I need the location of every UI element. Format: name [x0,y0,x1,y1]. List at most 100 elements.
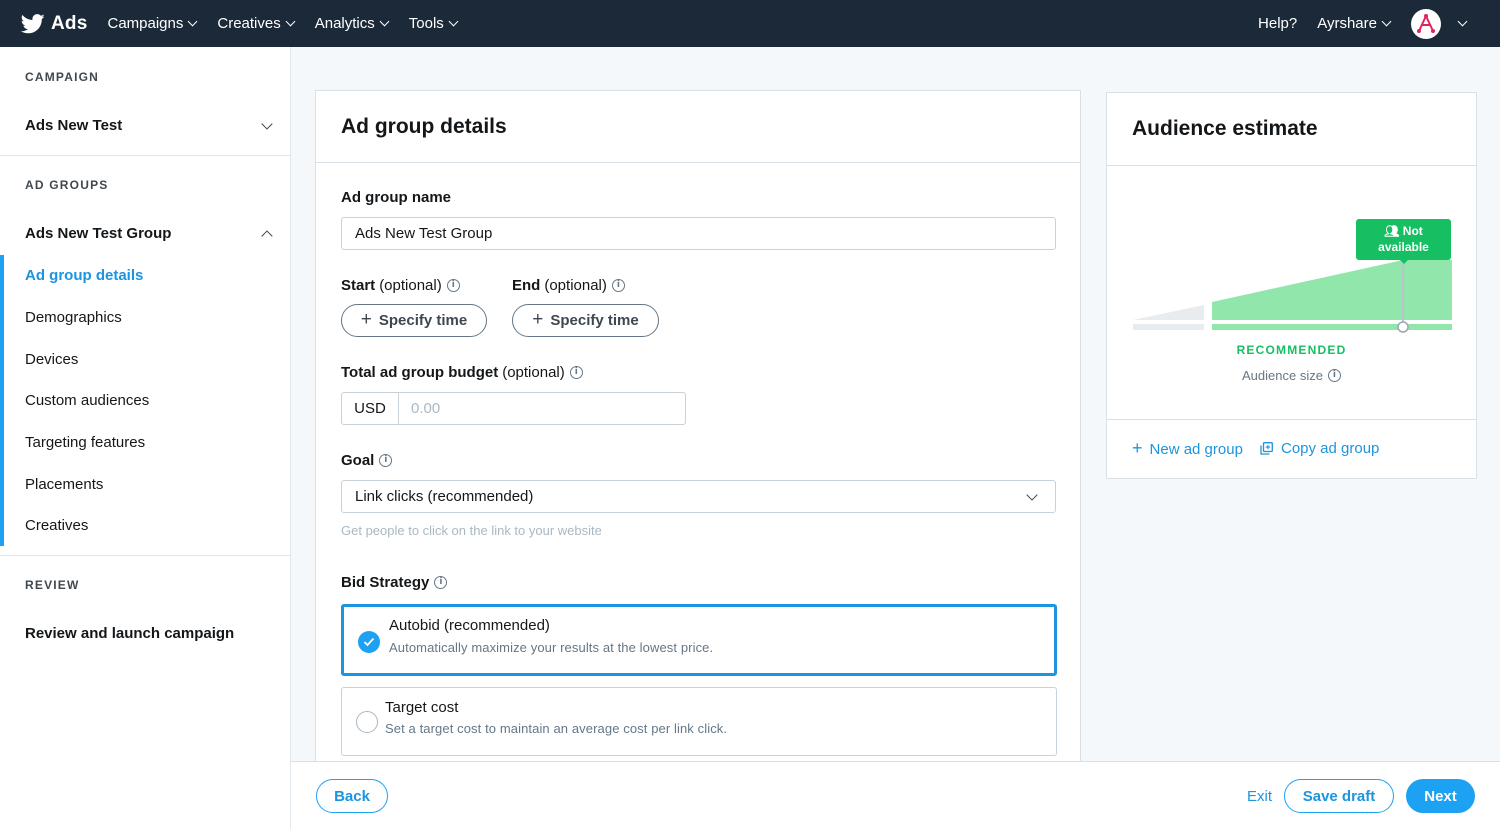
info-icon[interactable]: i [611,279,625,292]
audience-size-label: Audience size i [1107,368,1476,383]
bid-option-desc: Set a target cost to maintain an average… [385,721,728,736]
nav-creatives[interactable]: Creatives [217,15,296,32]
optional-text: (optional) [502,364,565,381]
budget-label-text: Total ad group budget [341,364,499,381]
sidebar-item-demographics[interactable]: Demographics [25,309,122,326]
help-link[interactable]: Help? [1258,15,1297,32]
ayrshare-logo-icon [1417,13,1435,33]
budget-amount-input[interactable]: 0.00 [399,393,440,424]
sidebar-item-placements[interactable]: Placements [25,476,103,493]
chevron-down-icon [379,16,390,27]
bid-option-target-cost[interactable]: Target cost Set a target cost to maintai… [341,687,1057,756]
review-launch-label: Review and launch campaign [25,625,235,642]
review-section-label: REVIEW [25,578,80,592]
goal-label-text: Goal [341,452,375,469]
copy-icon [1260,442,1273,455]
chevron-up-icon [261,229,273,242]
bottom-action-bar: Back Exit Save draft Next [291,761,1500,829]
exit-link[interactable]: Exit [1247,788,1272,805]
sidebar-item-creatives[interactable]: Creatives [25,517,88,534]
divider [0,155,290,156]
people-icon: 👥︎ [1384,224,1400,238]
optional-text: (optional) [544,277,607,294]
plus-icon: + [1132,438,1143,458]
tag-pointer [1399,259,1409,264]
account-menu[interactable]: Ayrshare [1317,15,1392,32]
sidebar-item-ad-group-details[interactable]: Ad group details [25,267,143,284]
save-draft-button[interactable]: Save draft [1284,779,1394,813]
end-label-text: End [512,277,541,294]
start-label-text: Start [341,277,376,294]
info-icon[interactable]: i [434,576,448,589]
optional-text: (optional) [379,277,442,294]
ad-group-name-label: Ad group name [341,189,452,206]
new-ad-group-label: New ad group [1149,441,1243,458]
adgroup-selector[interactable]: Ads New Test Group [25,225,275,242]
sidebar-item-custom-audiences[interactable]: Custom audiences [25,392,149,409]
ad-group-name-value: Ads New Test Group [355,225,493,242]
audience-size-text: Audience size [1242,368,1323,383]
bid-strategy-label-text: Bid Strategy [341,574,430,591]
start-label: Start (optional) i [341,277,460,294]
adgroup-name: Ads New Test Group [25,225,172,242]
active-section-indicator [0,255,4,546]
goal-label: Goal i [341,452,393,469]
goal-help-text: Get people to click on the link to your … [341,523,602,538]
sidebar-item-review-launch[interactable]: Review and launch campaign [25,625,275,642]
copy-ad-group-button[interactable]: Copy ad group [1260,440,1379,457]
info-icon[interactable]: i [569,366,583,379]
top-navigation-bar: Ads Campaigns Creatives Analytics Tools … [0,0,1500,47]
bid-option-title: Target cost [385,699,459,716]
adgroups-section-label: AD GROUPS [25,178,109,192]
nav-campaigns-label: Campaigns [107,15,184,32]
not-available-tag: 👥︎ Not available [1356,219,1451,260]
nav-tools[interactable]: Tools [409,15,459,32]
sidebar-item-devices[interactable]: Devices [25,351,78,368]
twitter-ads-logo[interactable]: Ads [21,13,88,35]
audience-estimate-card: Audience estimate 👥︎ Not available RECOM… [1106,92,1477,479]
new-ad-group-button[interactable]: + New ad group [1132,438,1243,459]
divider [1107,419,1476,420]
page-title: Ad group details [341,114,507,138]
bid-option-desc: Automatically maximize your results at t… [389,640,714,655]
nav-analytics[interactable]: Analytics [315,15,390,32]
chevron-down-icon [1026,488,1038,501]
plus-icon: + [360,308,372,330]
chevron-down-icon[interactable] [1457,16,1468,27]
chevron-down-icon [261,117,273,130]
info-icon[interactable]: i [379,454,393,467]
avatar[interactable] [1411,8,1441,39]
goal-selected-value: Link clicks (recommended) [355,488,534,505]
next-button[interactable]: Next [1406,779,1475,813]
radio-empty-icon [356,711,378,733]
campaign-selector[interactable]: Ads New Test [25,117,275,134]
budget-input-group: USD 0.00 [341,392,686,425]
campaign-name: Ads New Test [25,117,123,134]
currency-code: USD [342,393,399,424]
end-specify-time-button[interactable]: + Specify time [512,304,659,337]
back-button[interactable]: Back [316,779,388,813]
chevron-down-icon [285,16,296,27]
sidebar-item-targeting-features[interactable]: Targeting features [25,434,145,451]
plus-icon: + [532,308,544,330]
ad-group-name-input[interactable]: Ads New Test Group [341,217,1056,250]
info-icon[interactable]: i [446,279,460,292]
specify-time-label: Specify time [378,312,468,329]
goal-select[interactable]: Link clicks (recommended) [341,480,1056,513]
chevron-down-icon [1381,16,1392,27]
card-header: Ad group details [316,91,1080,163]
info-icon[interactable]: i [1327,369,1341,382]
budget-label: Total ad group budget (optional) i [341,364,583,381]
nav-campaigns[interactable]: Campaigns [107,15,198,32]
ad-group-details-card: Ad group details Ad group name Ads New T… [315,90,1081,790]
twitter-bird-icon [21,13,45,33]
chevron-down-icon [448,16,459,27]
start-specify-time-button[interactable]: + Specify time [341,304,487,337]
radio-checked-icon [358,631,380,653]
campaign-section-label: CAMPAIGN [25,70,100,84]
tag-line-2: available [1378,240,1429,254]
bid-option-autobid[interactable]: Autobid (recommended) Automatically maxi… [341,604,1057,676]
tag-line-1: Not [1402,224,1423,238]
copy-ad-group-label: Copy ad group [1281,440,1380,457]
campaign-sidebar: CAMPAIGN Ads New Test AD GROUPS Ads New … [0,47,291,829]
